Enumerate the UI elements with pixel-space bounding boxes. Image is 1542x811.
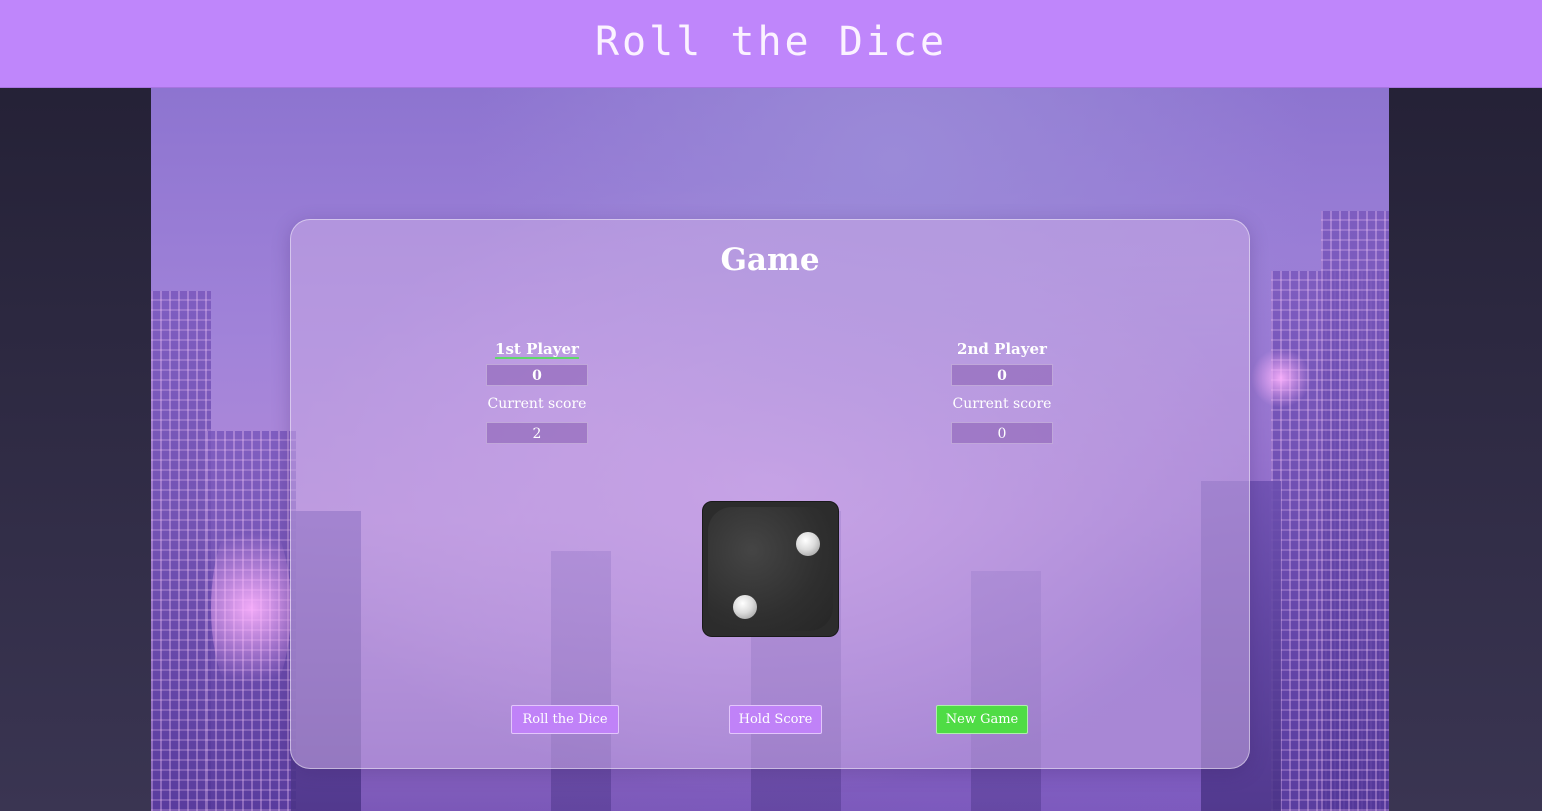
player-one-total-score: 0 <box>486 364 588 386</box>
player-one-current-score: 2 <box>486 422 588 444</box>
player-one-current-label: Current score <box>487 396 587 412</box>
player-two-current-score: 0 <box>951 422 1053 444</box>
dice-pip <box>796 532 820 556</box>
background-building <box>1321 211 1389 811</box>
app-title: Roll the Dice <box>594 18 948 65</box>
background-building <box>151 291 211 811</box>
city-light-glow <box>211 508 291 708</box>
dice-two-icon <box>702 501 839 637</box>
player-one-name: 1st Player <box>495 340 579 358</box>
player-two-total-score: 0 <box>951 364 1053 386</box>
new-game-button[interactable]: New Game <box>936 705 1028 734</box>
hold-score-button[interactable]: Hold Score <box>729 705 822 734</box>
city-background: Game 1st Player 0 Current score 2 2nd Pl… <box>151 88 1389 811</box>
roll-dice-button[interactable]: Roll the Dice <box>511 705 619 734</box>
city-light-glow <box>1251 348 1311 408</box>
player-two-current-label: Current score <box>952 396 1052 412</box>
player-two-name: 2nd Player <box>957 340 1047 358</box>
app-header: Roll the Dice <box>0 0 1542 88</box>
dice-pip <box>733 595 757 619</box>
game-title: Game <box>720 242 820 278</box>
player-two-panel: 2nd Player 0 Current score 0 <box>902 338 1102 444</box>
dice-face <box>708 507 833 631</box>
player-one-panel: 1st Player 0 Current score 2 <box>437 338 637 444</box>
game-panel: Game 1st Player 0 Current score 2 2nd Pl… <box>290 219 1250 769</box>
